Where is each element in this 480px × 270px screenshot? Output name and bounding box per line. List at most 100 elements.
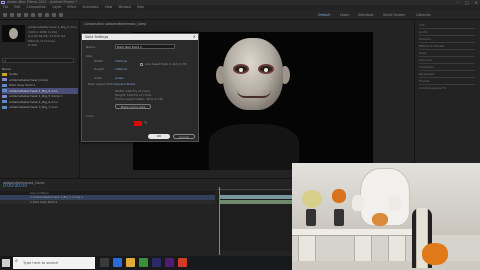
divider <box>419 42 475 43</box>
panel-paragraph[interactable]: Paragraph <box>419 72 434 76</box>
color-swatch[interactable] <box>134 121 142 126</box>
zoom-tool-icon[interactable] <box>24 13 28 17</box>
pixel-aspect-select[interactable]: Square Pixels <box>115 82 135 86</box>
workspace-libraries[interactable]: Libraries <box>416 11 431 19</box>
panel-info[interactable]: Info <box>419 23 425 27</box>
webcam-skull <box>389 195 401 211</box>
divider <box>419 56 475 57</box>
project-list: Name Solids addamsfestermask_Comp Dark G… <box>2 66 78 110</box>
pixel-aspect-label: Pixel Aspect Ratio: <box>88 82 116 86</box>
divider <box>419 63 475 64</box>
lock-aspect-checkbox[interactable] <box>140 63 143 66</box>
list-item[interactable]: addamsfestermask 3_Big_7.mov <box>2 105 78 111</box>
footage-icon <box>2 100 7 104</box>
height-label: Height: <box>94 67 105 71</box>
eyedropper-icon[interactable]: ✎ <box>144 120 147 125</box>
workspace-small-screen[interactable]: Small Screen <box>383 11 405 19</box>
panel-preview[interactable]: Preview <box>419 37 431 41</box>
edge-icon[interactable] <box>113 258 122 267</box>
name-label: Name: <box>86 45 96 49</box>
width-value[interactable]: 1920 px <box>115 59 127 63</box>
task-view-icon[interactable] <box>100 258 109 267</box>
thumbnail-face <box>9 28 18 39</box>
lock-aspect-label: Lock Aspect Ratio to 16:9 (1.78) <box>145 63 187 66</box>
tab-composition[interactable]: Composition addamsfestermask_Comp <box>84 22 146 26</box>
webcam-mantel <box>292 229 414 236</box>
panel-effects-presets[interactable]: Effects & Presets <box>419 44 444 48</box>
figure-collar <box>209 124 299 170</box>
height-value[interactable]: 1080 px <box>115 67 127 71</box>
composition-icon <box>2 78 7 82</box>
webcam-pumpkin <box>372 213 388 226</box>
brush-tool-icon[interactable] <box>59 13 63 17</box>
divider <box>419 35 475 36</box>
webcam-gourd <box>302 190 322 208</box>
selection-tool-icon[interactable] <box>10 13 14 17</box>
type-tool-icon[interactable] <box>52 13 56 17</box>
workspace-default[interactable]: Default <box>318 11 330 19</box>
store-icon[interactable] <box>139 258 148 267</box>
composition-icon <box>2 94 7 98</box>
app-icon[interactable] <box>178 258 187 267</box>
file-explorer-icon[interactable] <box>126 258 135 267</box>
search-placeholder: Type here to search <box>23 261 59 265</box>
taskbar-search-input[interactable]: ⌕ Type here to search <box>13 257 95 269</box>
webcam-jar <box>334 209 344 226</box>
layer-duration-bar[interactable] <box>220 195 294 199</box>
windows-start-icon[interactable] <box>2 259 10 267</box>
home-tool-icon[interactable] <box>3 13 7 17</box>
panel-libraries[interactable]: Libraries <box>419 58 432 62</box>
close-icon[interactable]: × <box>193 34 196 40</box>
webcam-skull <box>352 195 364 211</box>
panel-content-aware-fill[interactable]: Content-Aware Fill <box>419 86 446 90</box>
webcam-overlay <box>292 163 480 270</box>
ok-button[interactable]: OK <box>148 134 170 139</box>
frame-aspect: Frame Aspect Ratio: 16:9 (1.78) <box>115 97 163 101</box>
panel-audio[interactable]: Audio <box>419 30 428 34</box>
footage-icon <box>2 105 7 109</box>
footage-icon <box>2 83 7 87</box>
tool-bar: Default Learn Standard Small Screen Libr… <box>0 10 480 20</box>
current-timecode[interactable]: 0:00:00:00 <box>3 184 27 189</box>
solid-name-input[interactable]: Dark Red Solid 1 <box>115 44 175 49</box>
divider <box>419 77 475 78</box>
taskbar-apps <box>100 258 187 267</box>
pen-tool-icon[interactable] <box>45 13 49 17</box>
after-effects-app-icon <box>1 1 5 4</box>
divider <box>419 49 475 50</box>
workspace-learn[interactable]: Learn <box>340 11 349 19</box>
camera-tool-icon[interactable] <box>38 13 42 17</box>
rotate-tool-icon[interactable] <box>31 13 35 17</box>
folder-icon <box>2 72 7 76</box>
divider <box>419 84 475 85</box>
project-thumbnail <box>2 25 25 42</box>
divider <box>419 70 475 71</box>
panel-tracker[interactable]: Tracker <box>419 79 430 83</box>
cancel-button[interactable]: Cancel <box>173 134 195 139</box>
divider <box>419 28 475 29</box>
premiere-icon[interactable] <box>165 258 174 267</box>
units-select[interactable]: pixels <box>115 76 124 80</box>
footage-icon <box>2 89 7 93</box>
layer-duration-bar[interactable] <box>220 199 294 204</box>
figure-mouth <box>237 90 271 98</box>
panel-character[interactable]: Character <box>419 65 434 69</box>
project-search-input[interactable]: ⌕ <box>2 58 74 63</box>
layer-row[interactable]: 2 Dark Gray Solid 1 <box>0 199 215 204</box>
units-label: Units: <box>94 76 103 80</box>
panel-align[interactable]: Align <box>419 51 427 55</box>
webcam-pumpkin <box>422 243 448 265</box>
size-label: Size <box>86 54 93 58</box>
make-comp-size-button[interactable]: Make Comp Size <box>115 104 151 109</box>
info-line: H.264 <box>28 43 37 47</box>
info-line: addamsfestermask 1_Big_5.mov <box>28 25 77 29</box>
workspace-standard[interactable]: Standard <box>358 11 373 19</box>
after-effects-icon[interactable] <box>152 258 161 267</box>
playhead[interactable] <box>219 187 220 255</box>
search-icon: ⌕ <box>4 58 7 63</box>
webcam-floor <box>292 261 480 270</box>
hand-tool-icon[interactable] <box>17 13 21 17</box>
project-panel: addamsfestermask 1_Big_5.mov 1920 x 1080… <box>0 20 80 178</box>
color-label: Color <box>86 114 94 118</box>
solid-settings-dialog: Solid Settings × Name: Dark Red Solid 1 … <box>81 33 199 142</box>
